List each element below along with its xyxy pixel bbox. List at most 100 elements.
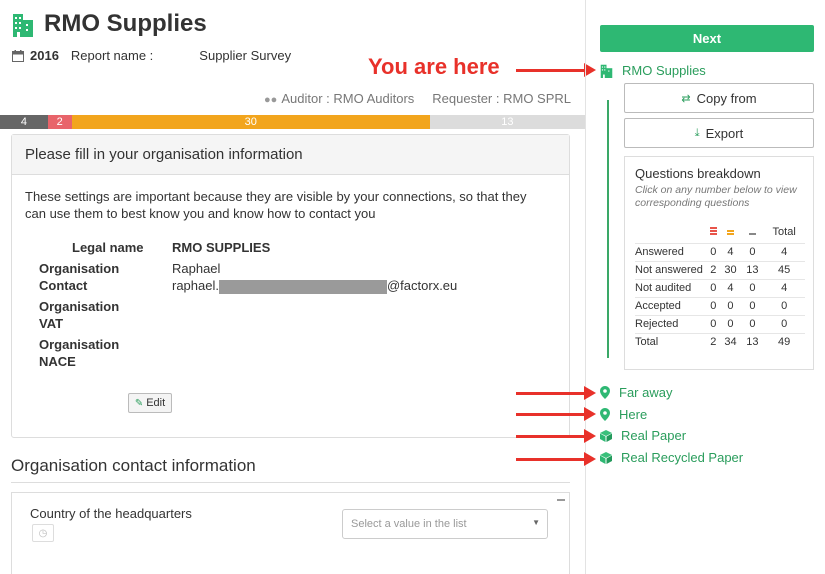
count-cell[interactable]: 0 (719, 296, 742, 315)
annotation-arrow (516, 63, 596, 77)
edit-button[interactable]: ✎ Edit (128, 393, 172, 413)
progress-bar[interactable]: 4 2 30 13 (0, 115, 585, 129)
breakdown-title: Questions breakdown (635, 166, 761, 181)
country-label: Country of the headquarters (30, 506, 192, 521)
copy-from-label: Copy from (696, 90, 757, 106)
country-select[interactable]: Select a value in the list ▼ (342, 509, 548, 539)
row-label: Not answered (635, 260, 707, 279)
count-cell[interactable]: 0 (741, 314, 764, 333)
breakdown-row: Answered 0 4 0 4 (635, 242, 805, 261)
questions-breakdown: Questions breakdown Click on any number … (624, 156, 814, 370)
box-icon (600, 451, 612, 464)
building-icon (600, 64, 613, 78)
contact-name: Raphael (172, 261, 221, 276)
nace-label: Organisation NACE (39, 337, 120, 369)
collapse-icon[interactable] (557, 499, 565, 501)
breakdown-row: Not audited 0 4 0 4 (635, 278, 805, 297)
count-cell[interactable]: 0 (741, 242, 764, 261)
count-cell[interactable]: 0 (741, 278, 764, 297)
email-suffix: @factorx.eu (386, 278, 458, 293)
sidebar-item[interactable]: Real Recycled Paper (600, 450, 743, 465)
count-cell[interactable]: 2 (707, 332, 720, 351)
count-cell[interactable]: 4 (719, 242, 742, 261)
email-prefix: raphael. (172, 278, 219, 293)
export-button[interactable]: ⤓ Export (624, 118, 814, 148)
copy-from-button[interactable]: ⇄ Copy from (624, 83, 814, 113)
sidebar-item[interactable]: Here (600, 407, 647, 422)
header-blank (635, 221, 707, 243)
count-cell[interactable]: 13 (741, 332, 764, 351)
sidebar-item-label: Here (619, 407, 648, 422)
count-cell[interactable]: 0 (741, 296, 764, 315)
count-cell[interactable]: 4 (719, 278, 742, 297)
breakdown-row: Total 2 34 13 49 (635, 332, 805, 351)
progress-segment[interactable]: 2 (47, 115, 72, 129)
panel-intro: These settings are important because the… (25, 189, 527, 221)
row-label: Rejected (635, 314, 707, 333)
sidebar: Next RMO Supplies ⇄ Copy from ⤓ Export Q… (585, 0, 825, 574)
progress-segment[interactable]: 13 (429, 115, 585, 129)
medium-priority-icon (720, 221, 742, 243)
country-field-box: Country of the headquarters ◷ Select a v… (11, 492, 570, 574)
annotation-arrow (516, 407, 596, 421)
location-pin-icon (600, 386, 610, 399)
breakdown-row: Accepted 0 0 0 0 (635, 296, 805, 315)
report-info: 2016 Report name : Supplier Survey (12, 48, 291, 63)
breakdown-table: Total Answered 0 4 0 4 Not answered 2 30 13 45 Not… (635, 221, 805, 351)
count-cell[interactable]: 0 (707, 242, 720, 261)
count-cell[interactable]: 0 (719, 314, 742, 333)
count-cell[interactable]: 0 (707, 278, 720, 297)
row-label: Not audited (635, 278, 707, 297)
sidebar-item[interactable]: Real Paper (600, 428, 686, 443)
report-name: Supplier Survey (199, 48, 292, 63)
count-cell[interactable]: 13 (741, 260, 764, 279)
count-cell[interactable]: 34 (719, 332, 742, 351)
count-cell[interactable]: 2 (707, 260, 720, 279)
legal-name-label: Legal name (72, 240, 144, 255)
annotation-arrow (516, 452, 596, 466)
progress-segment[interactable]: 30 (71, 115, 430, 129)
contact-email: raphael. @factorx.eu (172, 277, 457, 294)
requester-text: Requester : RMO SPRL (432, 91, 571, 106)
count-cell[interactable]: 0 (763, 314, 805, 333)
pencil-icon: ✎ (134, 397, 144, 409)
count-cell[interactable]: 30 (719, 260, 742, 279)
country-placeholder: Select a value in the list (351, 518, 467, 530)
progress-segment[interactable]: 4 (0, 115, 48, 129)
building-icon (13, 14, 33, 37)
low-priority-icon (741, 221, 763, 243)
count-cell[interactable]: 4 (763, 278, 805, 297)
users-icon: ●● (264, 94, 278, 106)
count-cell[interactable]: 49 (763, 332, 805, 351)
count-cell[interactable]: 0 (763, 296, 805, 315)
total-header: Total (772, 225, 796, 238)
contact-section-title: Organisation contact information (11, 456, 256, 475)
sidebar-item-label: RMO Supplies (622, 63, 706, 78)
row-label: Answered (635, 242, 707, 261)
auditor-item: ●● Auditor : RMO Auditors (264, 91, 414, 106)
caret-down-icon: ▼ (532, 518, 540, 527)
title-row: RMO Supplies (12, 10, 207, 38)
location-pin-icon (600, 408, 610, 421)
breakdown-row: Not answered 2 30 13 45 (635, 260, 805, 279)
count-cell[interactable]: 0 (707, 296, 720, 315)
count-cell[interactable]: 0 (707, 314, 720, 333)
count-cell[interactable]: 4 (763, 242, 805, 261)
edit-label: Edit (146, 397, 166, 409)
section-divider (11, 482, 570, 483)
high-priority-icon (707, 221, 720, 243)
panel-heading: Please fill in your organisation informa… (12, 135, 569, 175)
sidebar-item-label: Real Paper (621, 428, 687, 443)
sidebar-item[interactable]: Far away (600, 385, 672, 400)
annotation-arrow (516, 429, 596, 443)
count-cell[interactable]: 45 (763, 260, 805, 279)
sidebar-item-current[interactable]: RMO Supplies (600, 63, 706, 78)
sidebar-item-label: Real Recycled Paper (621, 450, 744, 465)
breakdown-row: Rejected 0 0 0 0 (635, 314, 805, 333)
export-label: Export (705, 125, 744, 141)
next-button[interactable]: Next (600, 25, 814, 52)
box-icon (600, 429, 612, 442)
sidebar-item-label: Far away (619, 385, 673, 400)
row-label: Accepted (635, 296, 707, 315)
history-icon[interactable]: ◷ (32, 524, 54, 542)
